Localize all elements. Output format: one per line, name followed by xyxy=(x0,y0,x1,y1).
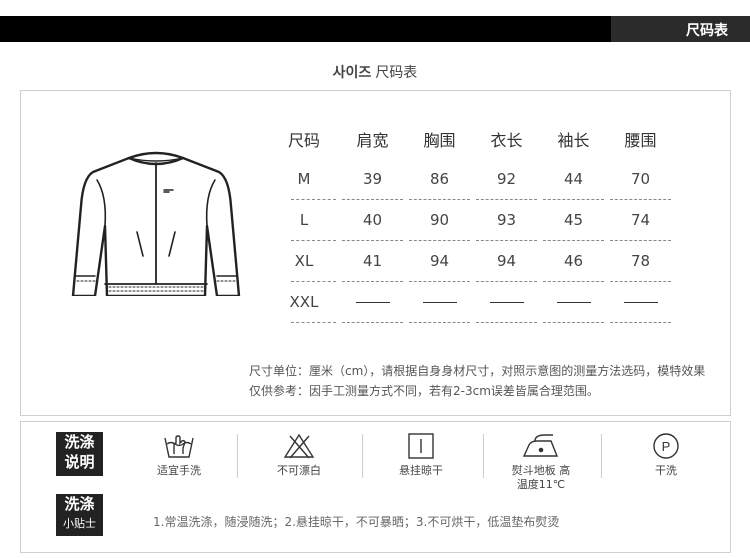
tips-label-line-2: 小贴士 xyxy=(63,517,96,530)
empty-value-dash xyxy=(355,302,390,303)
wash-instructions-label: 洗涤 说明 xyxy=(56,432,103,476)
header-tab-label: 尺码表 xyxy=(686,23,728,39)
size-chart-panel: 尺码 肩宽 胸围 衣长 袖长 腰围 M 39 86 92 44 70 L 40 … xyxy=(20,90,731,416)
jacket-illustration xyxy=(71,151,241,296)
no-bleach-icon xyxy=(283,433,315,459)
size-table: 尺码 肩宽 胸围 衣长 袖长 腰围 M 39 86 92 44 70 L 40 … xyxy=(269,121,694,323)
dry-clean-symbol: P xyxy=(662,439,671,454)
table-cell: 39 xyxy=(339,159,406,200)
tips-label-line-1: 洗涤 xyxy=(64,495,95,513)
care-item-iron: 熨斗地板 高 温度11℃ xyxy=(496,432,586,492)
care-item-hand-wash: 适宜手洗 xyxy=(134,432,224,478)
size-cell: L xyxy=(269,200,339,241)
table-row: M 39 86 92 44 70 xyxy=(269,159,694,200)
empty-value-cell xyxy=(473,282,540,323)
care-caption: 悬挂晾干 xyxy=(399,464,443,477)
header-tab: 尺码表 xyxy=(611,16,750,42)
empty-value-cell xyxy=(406,282,473,323)
table-row: XL 41 94 94 46 78 xyxy=(269,241,694,282)
empty-value-dash xyxy=(422,302,457,303)
iron-icon xyxy=(522,434,559,457)
size-note-line-2: 仅供参考：因手工测量方式不同，若有2-3cm误差皆属合理范围。 xyxy=(249,384,599,398)
care-caption-line-2: 温度11℃ xyxy=(516,478,566,491)
hand-wash-icon xyxy=(164,435,194,458)
empty-value-cell xyxy=(339,282,406,323)
empty-value-dash xyxy=(489,302,524,303)
care-item-dry-clean: P 干洗 xyxy=(621,432,711,478)
column-header: 尺码 xyxy=(287,130,320,150)
table-cell: 93 xyxy=(473,200,540,241)
divider xyxy=(237,434,238,478)
column-header: 袖长 xyxy=(557,130,590,150)
size-table-header: 尺码 肩宽 胸围 衣长 袖长 腰围 xyxy=(269,121,694,159)
table-cell: 40 xyxy=(339,200,406,241)
wash-tips-text: 1.常温洗涤，随浸随洗；2.悬挂晾干，不可暴晒；3.不可烘干，低温垫布熨烫 xyxy=(153,515,560,529)
care-panel: 洗涤 说明 适宜手洗 不可漂白 悬挂晾干 熨斗地板 高 温度11℃ P 干洗 洗… xyxy=(20,421,731,553)
care-caption: 熨斗地板 高 温度11℃ xyxy=(496,464,586,492)
care-item-hang-dry: 悬挂晾干 xyxy=(376,432,466,478)
table-cell: 94 xyxy=(406,241,473,282)
page-title: 사이즈 尺码表 xyxy=(0,62,750,82)
table-cell: 46 xyxy=(540,241,607,282)
table-cell: 78 xyxy=(607,241,674,282)
divider xyxy=(362,434,363,478)
column-header: 衣长 xyxy=(490,130,523,150)
care-caption: 干洗 xyxy=(655,464,677,477)
empty-value-dash xyxy=(556,302,591,303)
table-cell: 92 xyxy=(473,159,540,200)
table-cell: 94 xyxy=(473,241,540,282)
empty-value-dash xyxy=(623,302,658,303)
table-cell: 44 xyxy=(540,159,607,200)
table-cell: 70 xyxy=(607,159,674,200)
empty-value-cell xyxy=(540,282,607,323)
divider xyxy=(483,434,484,478)
size-cell: M xyxy=(269,159,339,200)
table-cell: 86 xyxy=(406,159,473,200)
dry-clean-icon: P xyxy=(653,433,679,459)
wash-tips-label: 洗涤 小贴士 xyxy=(56,494,103,536)
wash-label-line-2: 说明 xyxy=(64,453,95,471)
table-cell: 41 xyxy=(339,241,406,282)
divider xyxy=(601,434,602,478)
size-note: 尺寸单位：厘米（cm），请根据自身身材尺寸，对照示意图的测量方法选码，模特效果 … xyxy=(249,361,705,401)
table-row: L 40 90 93 45 74 xyxy=(269,200,694,241)
size-note-line-1: 尺寸单位：厘米（cm），请根据自身身材尺寸，对照示意图的测量方法选码，模特效果 xyxy=(249,364,706,378)
care-caption: 不可漂白 xyxy=(277,464,321,477)
table-cell: 45 xyxy=(540,200,607,241)
size-cell: XXL xyxy=(269,282,339,323)
care-caption: 适宜手洗 xyxy=(157,464,201,477)
header-bar: 尺码表 xyxy=(0,16,750,42)
care-caption-line-1: 熨斗地板 高 xyxy=(511,464,571,477)
size-cell: XL xyxy=(269,241,339,282)
column-header: 胸围 xyxy=(423,130,456,150)
title-chinese: 尺码表 xyxy=(375,65,418,81)
column-header: 腰围 xyxy=(624,130,657,150)
title-korean: 사이즈 xyxy=(332,65,372,81)
table-cell: 74 xyxy=(607,200,674,241)
care-item-no-bleach: 不可漂白 xyxy=(254,432,344,478)
empty-value-cell xyxy=(607,282,674,323)
table-row: XXL xyxy=(269,282,694,323)
hang-dry-icon xyxy=(408,433,434,459)
wash-label-line-1: 洗涤 xyxy=(64,433,95,451)
table-cell: 90 xyxy=(406,200,473,241)
column-header: 肩宽 xyxy=(356,130,389,150)
